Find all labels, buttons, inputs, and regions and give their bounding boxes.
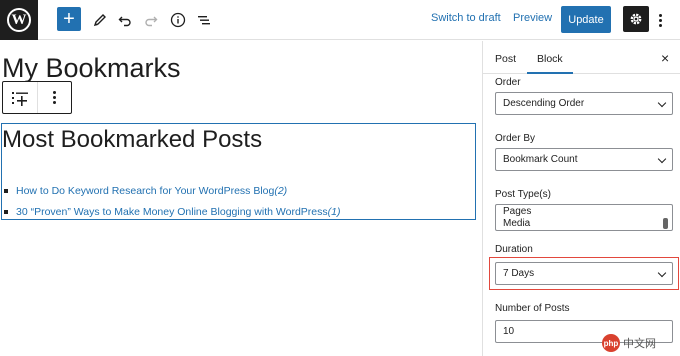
block-toolbar xyxy=(2,81,72,114)
post-link[interactable]: How to Do Keyword Research for Your Word… xyxy=(16,185,274,197)
watermark-badge: php xyxy=(602,334,620,352)
list-item: 30 “Proven” Ways to Make Money Online Bl… xyxy=(4,201,340,222)
block-options-icon[interactable] xyxy=(38,82,71,113)
update-button[interactable]: Update xyxy=(561,6,611,33)
info-icon[interactable] xyxy=(169,8,187,32)
bookmark-count: (2) xyxy=(274,184,288,197)
duration-value: 7 Days xyxy=(503,268,535,279)
order-by-label: Order By xyxy=(495,133,536,144)
scrollbar-handle[interactable] xyxy=(663,218,668,229)
block-type-icon[interactable] xyxy=(3,82,38,113)
wordpress-logo-icon[interactable]: W xyxy=(0,0,38,40)
watermark-text: 中文网 xyxy=(623,338,656,350)
tab-block[interactable]: Block xyxy=(537,53,563,65)
order-label: Order xyxy=(495,77,521,88)
sidebar-tabs: Post Block × xyxy=(483,41,680,74)
duration-label: Duration xyxy=(495,244,533,255)
order-by-select[interactable]: Bookmark Count xyxy=(495,148,673,171)
order-by-value: Bookmark Count xyxy=(503,154,578,165)
post-type-option[interactable]: Pages xyxy=(503,206,665,218)
site-watermark: php 中文网 xyxy=(602,334,656,352)
settings-sidebar: Post Block × Order Descending Order Orde… xyxy=(482,41,680,356)
page-title[interactable]: My Bookmarks xyxy=(2,53,181,84)
more-options-icon[interactable] xyxy=(655,9,665,31)
block-heading[interactable]: Most Bookmarked Posts xyxy=(2,126,262,154)
add-block-button[interactable]: + xyxy=(57,7,81,31)
list-view-icon[interactable] xyxy=(196,8,212,32)
tab-post[interactable]: Post xyxy=(495,53,516,65)
bullet-icon xyxy=(4,209,8,214)
post-type-option[interactable]: Media xyxy=(503,218,665,230)
wordpress-logo-letter: W xyxy=(7,8,31,32)
redo-icon[interactable] xyxy=(143,8,159,32)
bookmarked-posts-list: How to Do Keyword Research for Your Word… xyxy=(4,180,340,222)
bookmark-count: (1) xyxy=(327,205,341,218)
order-value: Descending Order xyxy=(503,98,585,109)
settings-gear-icon[interactable] xyxy=(623,6,649,32)
order-select[interactable]: Descending Order xyxy=(495,92,673,115)
chevron-down-icon xyxy=(657,268,667,278)
switch-to-draft-link[interactable]: Switch to draft xyxy=(431,12,501,24)
edit-pencil-icon[interactable] xyxy=(92,8,108,32)
post-types-multiselect[interactable]: Pages Media xyxy=(495,204,673,231)
post-link[interactable]: 30 “Proven” Ways to Make Money Online Bl… xyxy=(16,206,328,218)
close-icon[interactable]: × xyxy=(661,50,669,66)
list-item: How to Do Keyword Research for Your Word… xyxy=(4,180,340,201)
bullet-icon xyxy=(4,188,8,193)
chevron-down-icon xyxy=(657,98,667,108)
number-of-posts-value: 10 xyxy=(503,326,515,337)
chevron-down-icon xyxy=(657,154,667,164)
number-of-posts-label: Number of Posts xyxy=(495,303,570,314)
top-toolbar: W + Switch to draft Preview Update xyxy=(0,0,680,40)
duration-select[interactable]: 7 Days xyxy=(495,262,673,285)
active-tab-indicator xyxy=(527,72,573,74)
undo-icon[interactable] xyxy=(117,8,133,32)
post-types-label: Post Type(s) xyxy=(495,189,551,200)
preview-link[interactable]: Preview xyxy=(513,12,552,24)
